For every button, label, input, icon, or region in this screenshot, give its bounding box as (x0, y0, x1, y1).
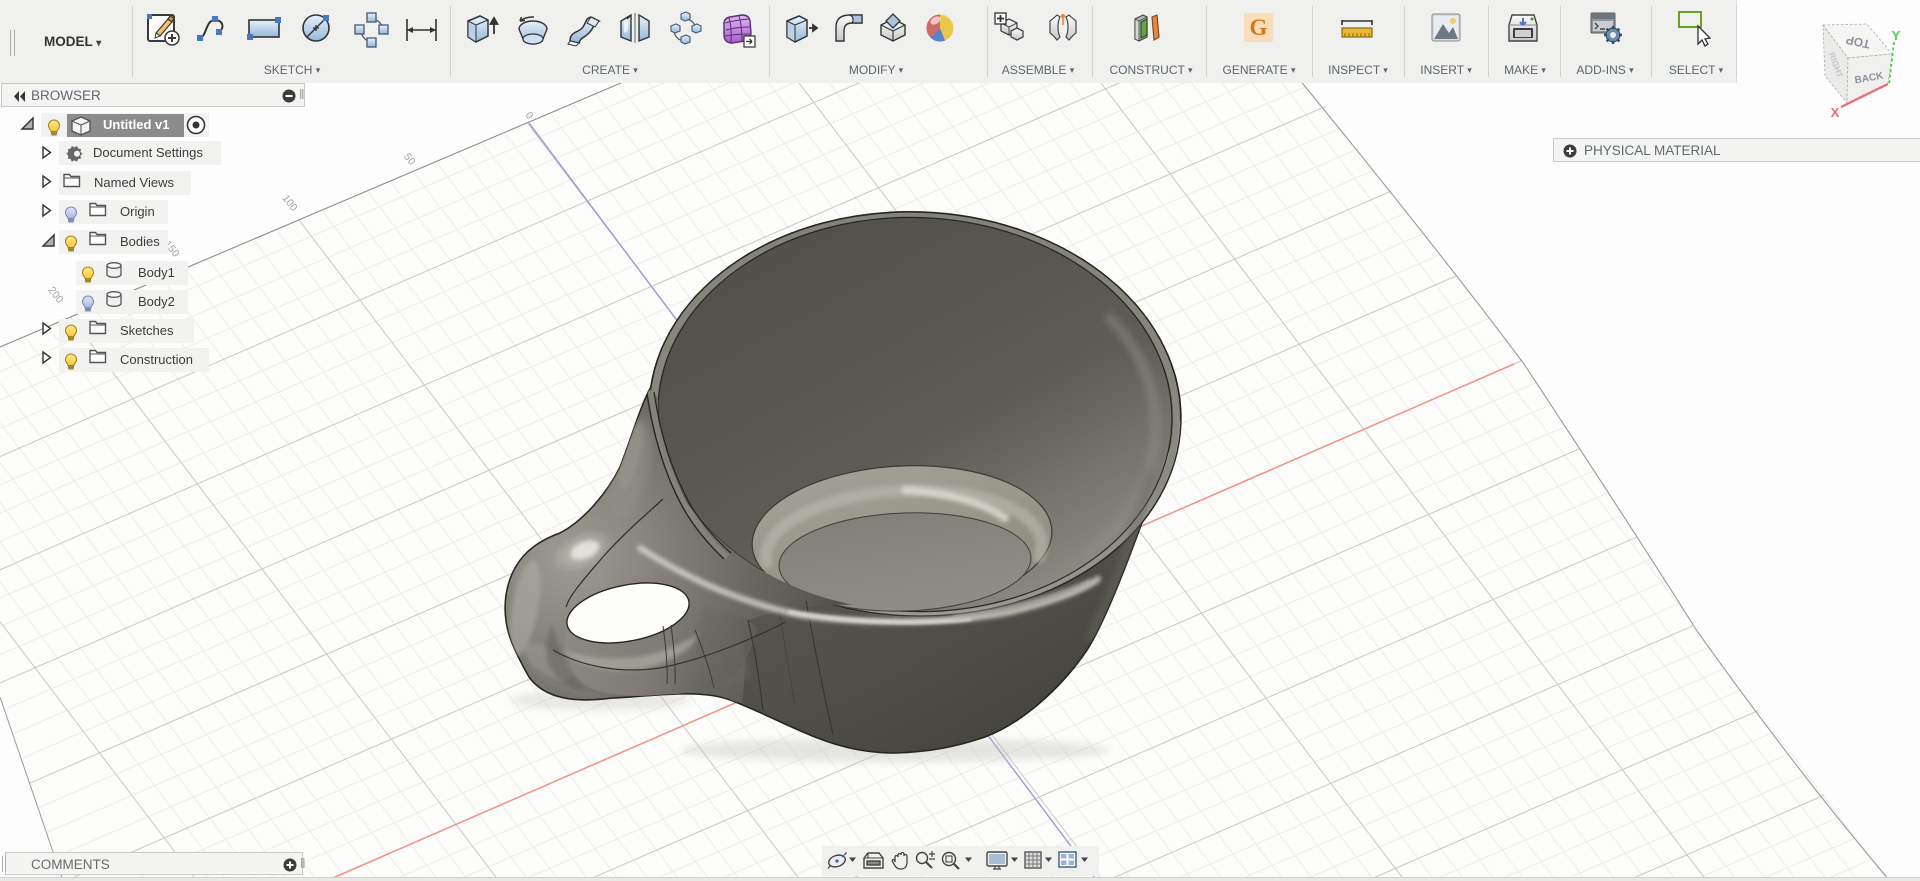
svg-text:Y: Y (1892, 28, 1901, 43)
svg-text:50: 50 (401, 151, 418, 168)
svg-text:G: G (1250, 15, 1268, 40)
svg-text:X: X (1831, 105, 1840, 120)
